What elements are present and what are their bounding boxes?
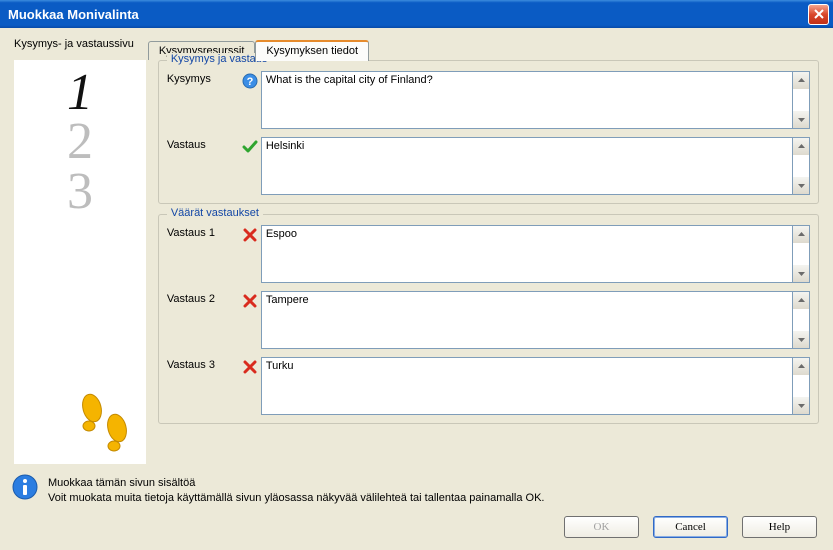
- scroll-down-button[interactable]: [793, 111, 809, 128]
- wrong-answer-3-input[interactable]: [261, 357, 793, 415]
- svg-text:?: ?: [246, 76, 253, 88]
- scroll-wrong-1: [793, 225, 810, 283]
- scroll-down-button[interactable]: [793, 177, 809, 194]
- scroll-down-button[interactable]: [793, 265, 809, 282]
- label-wrong-3: Vastaus 3: [167, 357, 239, 371]
- scroll-up-button[interactable]: [793, 138, 809, 155]
- legend-wrong: Väärät vastaukset: [167, 207, 263, 219]
- groupbox-question-answer: Kysymys ja vastaus Kysymys ?: [158, 60, 819, 204]
- scroll-answer: [793, 137, 810, 195]
- cross-icon: [239, 357, 261, 375]
- groupbox-wrong-answers: Väärät vastaukset Vastaus 1: [158, 214, 819, 424]
- question-input[interactable]: [261, 71, 793, 129]
- dialog-buttons: OK Cancel Help: [0, 508, 833, 546]
- checkmark-icon: [239, 137, 261, 155]
- scroll-down-button[interactable]: [793, 397, 809, 414]
- label-wrong-1: Vastaus 1: [167, 225, 239, 239]
- scroll-wrong-3: [793, 357, 810, 415]
- scroll-up-button[interactable]: [793, 358, 809, 375]
- cancel-button[interactable]: Cancel: [653, 516, 728, 538]
- hint-line-1: Muokkaa tämän sivun sisältöä: [48, 476, 545, 491]
- row-question: Kysymys ?: [167, 71, 810, 129]
- footsteps-icon: [70, 378, 140, 458]
- answer-input[interactable]: [261, 137, 793, 195]
- row-answer: Vastaus: [167, 137, 810, 195]
- label-question: Kysymys: [167, 71, 239, 85]
- label-wrong-2: Vastaus 2: [167, 291, 239, 305]
- scroll-up-button[interactable]: [793, 226, 809, 243]
- close-icon: [813, 8, 825, 20]
- help-icon: ?: [239, 71, 261, 89]
- sidebar-preview: 1 2 3: [14, 60, 146, 464]
- help-button[interactable]: Help: [742, 516, 817, 538]
- hint-text: Muokkaa tämän sivun sisältöä Voit muokat…: [48, 474, 545, 506]
- sidebar-page-label: Kysymys- ja vastaussivu: [14, 38, 134, 50]
- hint-line-2: Voit muokata muita tietoja käyttämällä s…: [48, 491, 545, 506]
- info-icon: [12, 474, 38, 500]
- cross-icon: [239, 291, 261, 309]
- ok-button[interactable]: OK: [564, 516, 639, 538]
- numbers-graphic: 1 2 3: [67, 68, 93, 216]
- wrong-answer-1-input[interactable]: [261, 225, 793, 283]
- wrong-answer-2-input[interactable]: [261, 291, 793, 349]
- scroll-down-button[interactable]: [793, 331, 809, 348]
- title-bar: Muokkaa Monivalinta: [0, 0, 833, 28]
- row-wrong-3: Vastaus 3: [167, 357, 810, 415]
- row-wrong-2: Vastaus 2: [167, 291, 810, 349]
- scroll-up-button[interactable]: [793, 72, 809, 89]
- close-button[interactable]: [808, 4, 829, 25]
- row-wrong-1: Vastaus 1: [167, 225, 810, 283]
- scroll-wrong-2: [793, 291, 810, 349]
- window-title: Muokkaa Monivalinta: [8, 7, 808, 22]
- label-answer: Vastaus: [167, 137, 239, 151]
- hint-area: Muokkaa tämän sivun sisältöä Voit muokat…: [0, 468, 833, 508]
- scroll-question: [793, 71, 810, 129]
- tab-question-details[interactable]: Kysymyksen tiedot: [255, 40, 369, 61]
- scroll-up-button[interactable]: [793, 292, 809, 309]
- dialog-body: Kysymys- ja vastaussivu Kysymysresurssit…: [0, 28, 833, 550]
- cross-icon: [239, 225, 261, 243]
